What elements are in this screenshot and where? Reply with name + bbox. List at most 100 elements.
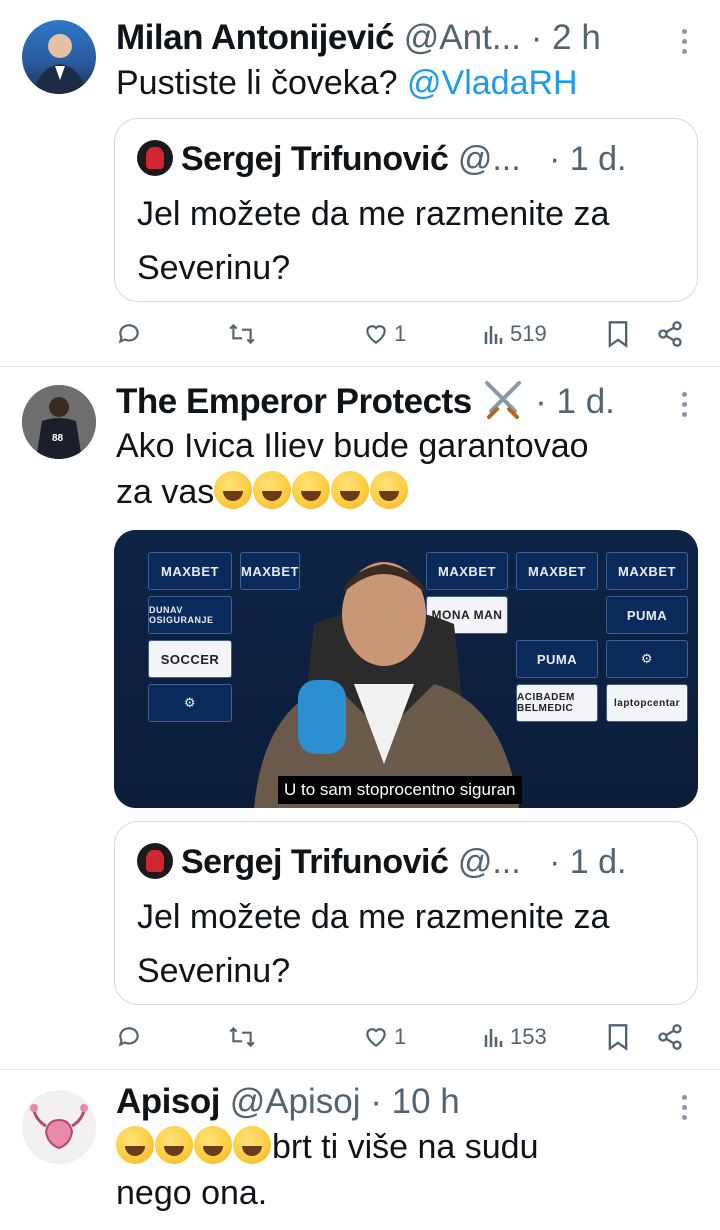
tweet-header: The Emperor Protects · 1 d.: [116, 379, 615, 423]
rofl-emoji: [116, 1126, 154, 1164]
sponsor-board: SOCCER: [148, 640, 232, 678]
reply-button[interactable]: [116, 1017, 142, 1057]
tweet-2[interactable]: 88 The Emperor Protects · 1 d. Ako Ivica…: [0, 367, 720, 1069]
mention-link[interactable]: @VladaRH: [407, 64, 578, 102]
quoted-separator: ·: [530, 843, 570, 881]
video-player[interactable]: MAXBET MAXBET MAXBET MAXBET MAXBET DUNAV…: [114, 530, 698, 808]
reply-icon: [118, 1027, 139, 1047]
repost-button[interactable]: [228, 314, 256, 354]
laughing-emoji: [214, 471, 253, 509]
rofl-emoji: [194, 1126, 232, 1164]
tweet-text-line: brt ti više na sudu: [272, 1128, 539, 1166]
action-bar: 1 519: [116, 314, 696, 354]
like-icon: [366, 325, 386, 344]
timestamp[interactable]: 1 d.: [557, 382, 615, 421]
more-icon[interactable]: [674, 1092, 694, 1122]
share-button[interactable]: [656, 1017, 684, 1057]
sponsor-board: ⚙: [606, 640, 688, 678]
tweet-text-line: za vas: [116, 473, 215, 511]
tweet-text: Pustiste li čoveka? @VladaRH: [116, 60, 578, 106]
repost-button[interactable]: [228, 1017, 256, 1057]
rofl-emoji: [155, 1126, 193, 1164]
author-handle[interactable]: @Apisoj: [230, 1082, 361, 1121]
sponsor-board: MAXBET: [606, 552, 688, 590]
sponsor-board: MAXBET: [148, 552, 232, 590]
quoted-tweet-header: Sergej Trifunović @... · 1 d.: [137, 842, 627, 882]
rofl-emoji: [233, 1126, 271, 1164]
quoted-author-handle: @...: [457, 140, 521, 178]
like-button[interactable]: 1: [362, 314, 406, 354]
quoted-timestamp: 1 d.: [569, 140, 627, 178]
like-button[interactable]: 1: [362, 1017, 406, 1057]
bookmark-button[interactable]: [606, 1017, 630, 1057]
share-icon: [658, 321, 682, 347]
more-icon[interactable]: [674, 26, 694, 56]
quoted-author-handle: @...: [457, 843, 521, 881]
tweet-text-line-1: brt ti više na sudu: [116, 1124, 538, 1170]
timestamp[interactable]: 10 h: [392, 1082, 460, 1121]
laughing-emoji: [292, 471, 331, 509]
repost-icon: [229, 1026, 255, 1048]
quoted-tweet[interactable]: Sergej Trifunović @... · 1 d. Jel možete…: [114, 821, 698, 1005]
views-icon: [484, 326, 503, 344]
quoted-text-line: Severinu?: [137, 952, 291, 990]
quoted-tweet[interactable]: Sergej Trifunović @... · 1 d. Jel možete…: [114, 118, 698, 302]
quoted-avatar: [137, 843, 173, 879]
reply-button[interactable]: [116, 314, 142, 354]
avatar[interactable]: [22, 1090, 96, 1164]
tweet-text-plain: Pustiste li čoveka?: [116, 64, 408, 102]
quoted-author-name: Sergej Trifunović: [181, 843, 449, 881]
avatar[interactable]: 88: [22, 385, 96, 459]
author-name[interactable]: The Emperor Protects: [116, 382, 472, 421]
avatar[interactable]: [22, 20, 96, 94]
svg-text:88: 88: [52, 433, 64, 444]
quoted-timestamp: 1 d.: [569, 843, 627, 881]
share-button[interactable]: [656, 314, 684, 354]
sponsor-board: DUNAV OSIGURANJE: [148, 596, 232, 634]
tweet-text: Ako Ivica Iliev bude garantovao za vas: [116, 423, 589, 515]
quoted-text: Jel možete da me razmenite za Severinu?: [137, 890, 609, 998]
tweet-3[interactable]: Apisoj @Apisoj · 10 h brt ti više na sud…: [0, 1070, 720, 1230]
like-count: 1: [394, 1024, 407, 1049]
view-count: 153: [510, 1024, 547, 1049]
separator-dot: ·: [360, 1082, 392, 1121]
video-subtitle: U to sam stoprocentno siguran: [278, 776, 522, 804]
repost-icon: [229, 323, 255, 345]
tweet-header: Milan Antonijević @Ant... · 2 h: [116, 16, 601, 60]
more-icon[interactable]: [674, 389, 694, 419]
bookmark-button[interactable]: [606, 314, 630, 354]
laughing-emoji: [253, 471, 292, 509]
crossed-swords-icon: [485, 381, 522, 419]
share-icon: [658, 1024, 682, 1050]
author-handle[interactable]: @Ant...: [404, 18, 521, 57]
tweet-text-line: Ako Ivica Iliev bude garantovao: [116, 427, 589, 465]
tweet-text: brt ti više na sudu nego ona.: [116, 1124, 538, 1216]
separator-dot: ·: [525, 382, 557, 421]
view-count: 519: [510, 321, 547, 346]
tweet-1[interactable]: Milan Antonijević @Ant... · 2 h Pustiste…: [0, 0, 720, 366]
avatar-photo: 88: [22, 385, 96, 459]
laughing-emoji: [331, 471, 370, 509]
author-name[interactable]: Apisoj: [116, 1082, 220, 1121]
sponsor-board: ⚙: [148, 684, 232, 722]
views-button[interactable]: 153: [482, 1017, 547, 1057]
microphone: [298, 680, 346, 754]
quoted-tweet-header: Sergej Trifunović @... · 1 d.: [137, 139, 627, 179]
like-count: 1: [394, 321, 407, 346]
tweet-header: Apisoj @Apisoj · 10 h: [116, 1080, 460, 1124]
tweet-text-line-2: za vas: [116, 469, 589, 515]
action-bar: 1 153: [116, 1017, 696, 1057]
reply-icon: [118, 324, 139, 344]
timestamp[interactable]: 2 h: [552, 18, 601, 57]
sponsor-board: PUMA: [606, 596, 688, 634]
quoted-text-line: Severinu?: [137, 249, 291, 287]
tweet-text-line: nego ona.: [116, 1174, 268, 1212]
speaker-figure: [254, 562, 519, 808]
bookmark-icon: [608, 321, 628, 348]
quoted-author-name: Sergej Trifunović: [181, 140, 449, 178]
quoted-text: Jel možete da me razmenite za Severinu?: [137, 187, 609, 295]
author-name[interactable]: Milan Antonijević: [116, 18, 395, 57]
quoted-avatar: [137, 140, 173, 176]
avatar-photo: [34, 34, 86, 94]
views-button[interactable]: 519: [482, 314, 547, 354]
